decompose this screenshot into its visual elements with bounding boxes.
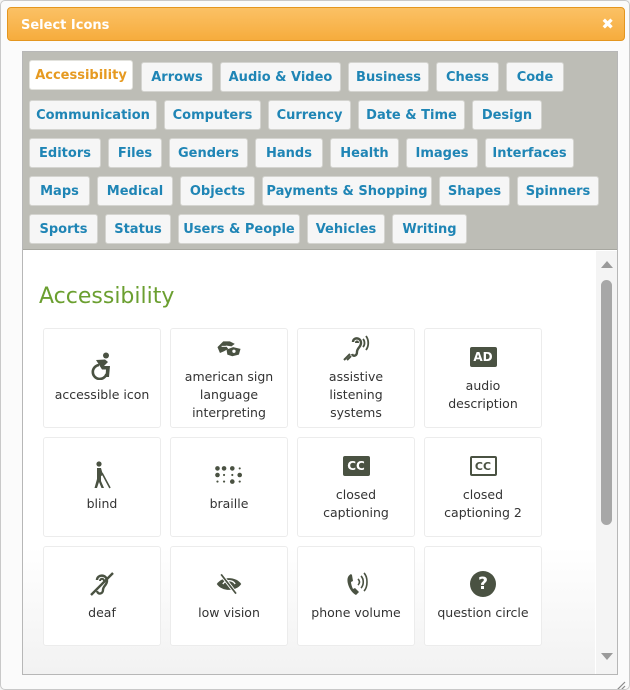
tab-code[interactable]: Code [506,62,564,92]
tab-date-time[interactable]: Date & Time [358,100,465,130]
accessible-icon [88,352,116,380]
dialog-title: Select Icons [21,18,110,33]
icon-label: low vision [198,605,260,620]
icon-label: american sign language interpreting [184,369,274,420]
icon-card-closed-captioning-2[interactable]: CC closed captioning 2 [424,437,542,537]
tab-sports[interactable]: Sports [29,214,98,244]
icon-label: accessible icon [54,387,150,402]
icon-card-blind[interactable]: blind [43,437,161,537]
tab-currency[interactable]: Currency [268,100,351,130]
phone-volume-icon [342,570,370,598]
icon-card-sign-language[interactable]: american sign language interpreting [170,328,288,428]
deaf-icon [88,570,116,598]
icon-label: phone volume [311,605,401,620]
icon-card-closed-captioning[interactable]: CC closed captioning [297,437,415,537]
icon-label: question circle [437,605,529,620]
close-icon[interactable]: ✖ [601,15,614,33]
tab-interfaces[interactable]: Interfaces [485,138,574,168]
resize-grip-icon[interactable] [616,676,626,689]
icon-label: blind [86,496,118,511]
tab-spinners[interactable]: Spinners [517,176,599,206]
icon-card-accessible[interactable]: accessible icon [43,328,161,428]
icon-card-question-circle[interactable]: ? question circle [424,546,542,646]
icon-card-low-vision[interactable]: low vision [170,546,288,646]
tab-chess[interactable]: Chess [436,62,499,92]
icon-card-assistive-listening[interactable]: assistive listening systems [297,328,415,428]
tab-users-people[interactable]: Users & People [178,214,300,244]
icon-card-braille[interactable]: braille [170,437,288,537]
icon-label: assistive listening systems [328,369,384,420]
tab-maps[interactable]: Maps [29,176,90,206]
braille-icon [215,461,243,489]
vertical-scrollbar[interactable] [596,251,617,674]
sign-language-icon [215,334,243,362]
icon-label: braille [209,496,249,511]
icon-card-deaf[interactable]: deaf [43,546,161,646]
blind-icon [88,461,116,489]
category-tabs: Accessibility Arrows Audio & Video Busin… [23,52,617,250]
tab-computers[interactable]: Computers [164,100,261,130]
icon-card-audio-description[interactable]: AD audio description [424,328,542,428]
closed-captioning-icon: CC [342,452,370,480]
audio-description-icon: AD [469,343,497,371]
tab-images[interactable]: Images [406,138,478,168]
low-vision-icon [215,570,243,598]
tab-accessibility[interactable]: Accessibility [29,60,133,90]
tab-health[interactable]: Health [330,138,399,168]
tab-audio-video[interactable]: Audio & Video [220,62,341,92]
tab-vehicles[interactable]: Vehicles [307,214,385,244]
tab-shapes[interactable]: Shapes [439,176,510,206]
scroll-down-arrow-icon[interactable] [601,653,613,660]
icons-list: Accessibility accessible icon american s… [23,251,595,674]
scroll-thumb[interactable] [601,280,612,525]
tab-business[interactable]: Business [348,62,429,92]
icon-picker-panel: Accessibility Arrows Audio & Video Busin… [22,51,618,675]
icon-label: audio description [448,378,518,411]
section-title: Accessibility [39,284,175,309]
tab-files[interactable]: Files [108,138,162,168]
tab-editors[interactable]: Editors [29,138,101,168]
icon-card-phone-volume[interactable]: phone volume [297,546,415,646]
tab-medical[interactable]: Medical [97,176,173,206]
icon-label: deaf [88,605,116,620]
icon-label: closed captioning [323,487,389,520]
icon-label: closed captioning 2 [444,487,522,520]
tab-status[interactable]: Status [105,214,171,244]
tab-writing[interactable]: Writing [392,214,467,244]
assistive-listening-icon [342,334,370,362]
dialog-titlebar[interactable]: Select Icons ✖ [7,7,625,41]
scroll-up-arrow-icon[interactable] [601,261,613,268]
question-circle-icon: ? [469,570,497,598]
select-icons-dialog: Select Icons ✖ Accessibility Arrows Audi… [0,0,630,690]
closed-captioning-outline-icon: CC [469,452,497,480]
tab-genders[interactable]: Genders [169,138,248,168]
tab-design[interactable]: Design [472,100,542,130]
tab-payments-shopping[interactable]: Payments & Shopping [262,176,432,206]
tab-communication[interactable]: Communication [29,100,157,130]
tab-arrows[interactable]: Arrows [141,62,213,92]
tab-objects[interactable]: Objects [180,176,255,206]
tab-hands[interactable]: Hands [255,138,323,168]
